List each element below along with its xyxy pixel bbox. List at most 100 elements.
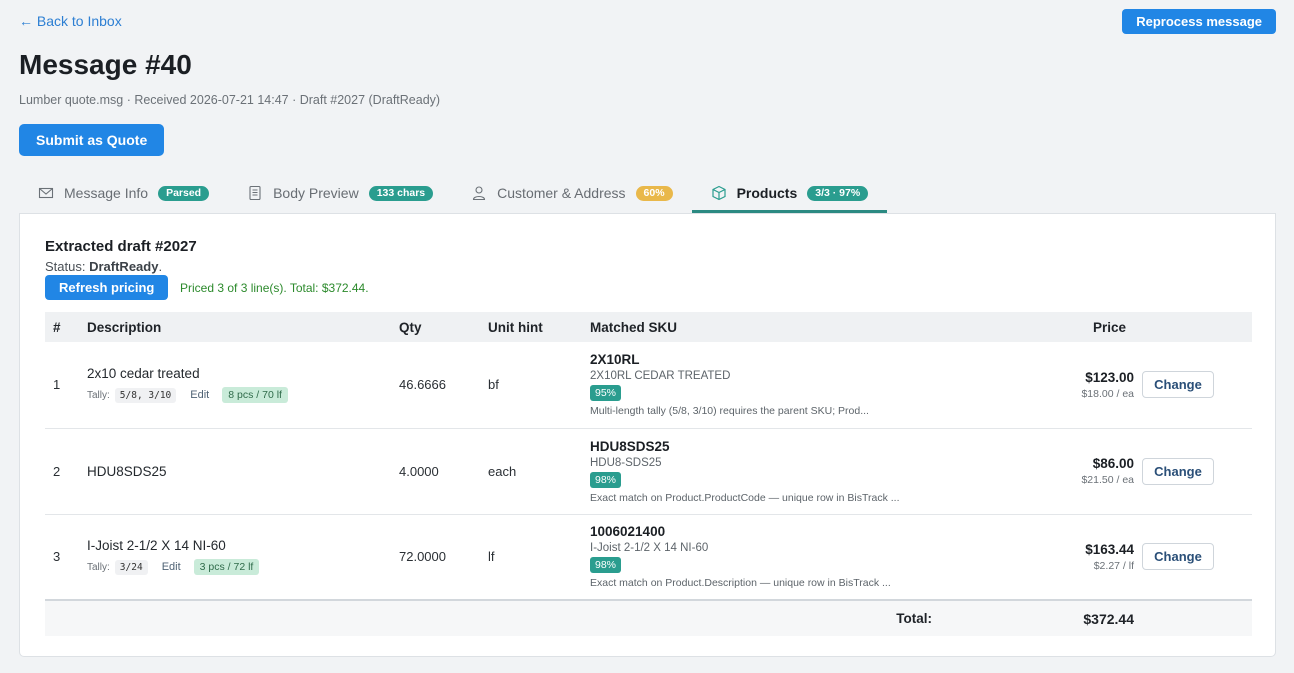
- row-actions: Change: [1134, 514, 1252, 600]
- tally-summary-badge: 3 pcs / 72 lf: [193, 559, 260, 576]
- row-actions: Change: [1134, 342, 1252, 428]
- tally-code: 5/8, 3/10: [114, 387, 177, 403]
- tab-label: Body Preview: [273, 185, 359, 201]
- refresh-pricing-button[interactable]: Refresh pricing: [45, 275, 169, 300]
- header-actions: [1134, 312, 1252, 342]
- line-items-table: # Description Qty Unit hint Matched SKU …: [45, 312, 1252, 636]
- table-row: 1 2x10 cedar treated Tally: 5/8, 3/10 Ed…: [45, 342, 1252, 428]
- row-price: $163.44 $2.27 / lf: [932, 514, 1134, 600]
- table-row: 2 HDU8SDS25 4.0000 each HDU8SDS25 HDU8-S…: [45, 428, 1252, 514]
- unit-price: $21.50 / ea: [1081, 474, 1134, 486]
- sku-code: 2X10RL: [590, 352, 640, 368]
- row-description: 2x10 cedar treated Tally: 5/8, 3/10 Edit…: [79, 342, 391, 428]
- sku-code: 1006021400: [590, 524, 666, 540]
- row-qty: 4.0000: [399, 463, 439, 479]
- tally-row: Tally: 3/24 Edit 3 pcs / 72 lf: [87, 559, 391, 576]
- row-price: $86.00 $21.50 / ea: [932, 428, 1134, 514]
- header-price: Price: [932, 312, 1134, 342]
- row-unit-hint: each: [488, 463, 517, 479]
- row-unit-hint: lf: [488, 549, 495, 565]
- status-badge: Parsed: [158, 185, 210, 201]
- unit-price: $18.00 / ea: [1081, 387, 1134, 400]
- row-unit-hint: bf: [488, 377, 499, 393]
- row-matched-sku: HDU8SDS25 HDU8-SDS25 98% Exact match on …: [582, 428, 932, 514]
- row-qty: 46.6666: [399, 377, 446, 393]
- description-text: I-Joist 2-1/2 X 14 NI-60: [87, 538, 226, 554]
- sku-name: 2X10RL CEDAR TREATED: [590, 370, 731, 383]
- row-price: $123.00 $18.00 / ea: [932, 342, 1134, 428]
- tab-message-info[interactable]: Message Info Parsed: [19, 176, 228, 213]
- products-panel: Extracted draft #2027 Status: DraftReady…: [19, 213, 1276, 657]
- sku-name: I-Joist 2-1/2 X 14 NI-60: [590, 542, 709, 555]
- tally-summary-badge: 8 pcs / 70 lf: [222, 387, 288, 404]
- total-label: Total:: [45, 600, 932, 636]
- row-matched-sku: 2X10RL 2X10RL CEDAR TREATED 95% Multi-le…: [582, 342, 932, 428]
- reprocess-message-button[interactable]: Reprocess message: [1122, 9, 1276, 34]
- envelope-icon: [38, 185, 54, 201]
- draft-status: Status: DraftReady.: [45, 259, 163, 274]
- tab-label: Products: [736, 185, 798, 201]
- confidence-badge: 60%: [635, 185, 673, 201]
- line-price: $123.00: [1085, 369, 1134, 385]
- tab-label: Message Info: [64, 185, 149, 201]
- row-description: HDU8SDS25: [79, 428, 391, 514]
- tally-edit-link[interactable]: Edit: [162, 561, 181, 573]
- description-text: 2x10 cedar treated: [87, 366, 200, 382]
- back-to-inbox-link[interactable]: ← Back to Inbox: [19, 13, 122, 29]
- person-icon: [471, 185, 487, 201]
- row-matched-sku: 1006021400 I-Joist 2-1/2 X 14 NI-60 98% …: [582, 514, 932, 600]
- sku-code: HDU8SDS25: [590, 438, 670, 454]
- row-actions: Change: [1134, 428, 1252, 514]
- draft-title: Extracted draft #2027: [45, 238, 197, 255]
- submit-as-quote-button[interactable]: Submit as Quote: [19, 124, 165, 156]
- header-description: Description: [79, 312, 391, 342]
- row-description: I-Joist 2-1/2 X 14 NI-60 Tally: 3/24 Edi…: [79, 514, 391, 600]
- tally-row: Tally: 5/8, 3/10 Edit 8 pcs / 70 lf: [87, 387, 391, 404]
- tab-bar: Message Info Parsed Body Preview 133 cha…: [19, 176, 888, 213]
- total-row: Total: $372.44: [45, 600, 1252, 636]
- header-qty: Qty: [391, 312, 480, 342]
- change-sku-button[interactable]: Change: [1142, 371, 1214, 399]
- total-spacer: [1134, 600, 1252, 636]
- match-badge: 3/3 · 97%: [807, 185, 869, 201]
- description-text: HDU8SDS25: [87, 463, 167, 479]
- char-count-badge: 133 chars: [368, 185, 434, 201]
- tally-label: Tally:: [87, 561, 110, 573]
- confidence-badge: 98%: [590, 557, 622, 574]
- row-qty: 72.0000: [399, 549, 446, 565]
- status-value: DraftReady: [89, 259, 159, 274]
- table-row: 3 I-Joist 2-1/2 X 14 NI-60 Tally: 3/24 E…: [45, 514, 1252, 600]
- confidence-badge: 98%: [590, 471, 622, 488]
- page-title: Message #40: [19, 49, 192, 80]
- row-number: 3: [53, 549, 61, 565]
- box-icon: [711, 185, 727, 201]
- match-note: Exact match on Product.ProductCode — uni…: [590, 491, 900, 504]
- line-price: $86.00: [1092, 456, 1134, 471]
- message-meta: Lumber quote.msg · Received 2026-07-21 1…: [19, 93, 441, 107]
- tab-customer-address[interactable]: Customer & Address 60%: [452, 176, 691, 213]
- tally-edit-link[interactable]: Edit: [190, 389, 209, 401]
- pricing-result-message: Priced 3 of 3 line(s). Total: $372.44.: [180, 281, 369, 295]
- confidence-badge: 95%: [590, 385, 622, 402]
- table-header-row: # Description Qty Unit hint Matched SKU …: [45, 312, 1252, 342]
- tally-code: 3/24: [114, 559, 148, 575]
- sku-name: HDU8-SDS25: [590, 456, 662, 469]
- unit-price: $2.27 / lf: [1093, 559, 1134, 572]
- document-icon: [247, 185, 263, 201]
- header-unit-hint: Unit hint: [480, 312, 582, 342]
- header-matched-sku: Matched SKU: [582, 312, 932, 342]
- tab-products[interactable]: Products 3/3 · 97%: [691, 176, 888, 213]
- match-note: Exact match on Product.Description — uni…: [590, 577, 891, 590]
- row-number: 2: [53, 463, 61, 479]
- tab-label: Customer & Address: [497, 185, 626, 201]
- tally-label: Tally:: [87, 389, 110, 401]
- change-sku-button[interactable]: Change: [1142, 543, 1214, 571]
- header-num: #: [45, 312, 79, 342]
- row-number: 1: [53, 377, 61, 393]
- total-value: $372.44: [932, 600, 1134, 636]
- match-note: Multi-length tally (5/8, 3/10) requires …: [590, 405, 869, 418]
- change-sku-button[interactable]: Change: [1142, 457, 1214, 485]
- line-price: $163.44: [1085, 541, 1134, 557]
- status-prefix: Status:: [45, 259, 86, 274]
- tab-body-preview[interactable]: Body Preview 133 chars: [228, 176, 452, 213]
